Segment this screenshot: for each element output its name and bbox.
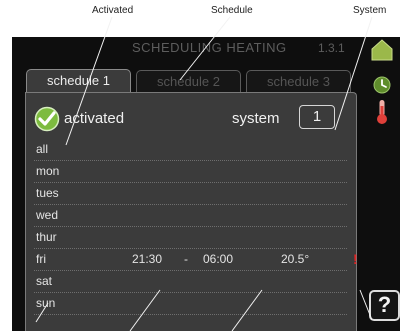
start-time[interactable]: 21:30 <box>132 249 162 270</box>
help-button[interactable]: ? <box>369 290 400 321</box>
day-row-tues[interactable]: tues <box>34 183 347 205</box>
display-screen: SCHEDULING HEATING 1.3.1 schedule 1 sche… <box>12 37 400 331</box>
day-label: sat <box>36 274 53 288</box>
day-label: sun <box>36 296 56 310</box>
day-row-all[interactable]: all <box>34 139 347 161</box>
day-row-fri[interactable]: fri 21:30 - 06:00 20.5° <box>34 249 347 271</box>
tab-schedule-3[interactable]: schedule 3 <box>246 70 351 92</box>
system-label: system <box>232 110 280 127</box>
house-icon <box>371 39 393 61</box>
callout-schedule: Schedule <box>211 5 253 16</box>
warning-icon: ! <box>353 251 358 267</box>
day-label: thur <box>36 230 57 244</box>
day-row-sat[interactable]: sat <box>34 271 347 293</box>
day-label: wed <box>36 208 59 222</box>
time-separator: - <box>184 252 188 266</box>
callout-activated: Activated <box>92 5 134 16</box>
tab-schedule-2[interactable]: schedule 2 <box>136 70 241 92</box>
day-row-sun[interactable]: sun <box>34 293 347 315</box>
checkmark-icon[interactable] <box>34 106 60 132</box>
day-row-wed[interactable]: wed <box>34 205 347 227</box>
page-title: SCHEDULING HEATING <box>132 40 287 55</box>
day-label: tues <box>36 186 59 200</box>
schedule-panel: activated system 1 all mon tues wed thur… <box>25 92 357 331</box>
day-row-mon[interactable]: mon <box>34 161 347 183</box>
end-time[interactable]: 06:00 <box>203 249 233 270</box>
callout-system: System <box>353 5 387 16</box>
thermometer-icon <box>377 100 387 124</box>
tab-schedule-1[interactable]: schedule 1 <box>26 69 131 93</box>
clock-icon <box>373 76 391 94</box>
temperature-value[interactable]: 20.5° <box>281 249 309 270</box>
system-selector[interactable]: 1 <box>299 105 335 129</box>
day-label: all <box>36 142 49 156</box>
day-label: mon <box>36 164 60 178</box>
day-row-thur[interactable]: thur <box>34 227 347 249</box>
menu-number: 1.3.1 <box>318 41 345 55</box>
day-label: fri <box>36 252 46 266</box>
activated-label[interactable]: activated <box>64 110 124 127</box>
